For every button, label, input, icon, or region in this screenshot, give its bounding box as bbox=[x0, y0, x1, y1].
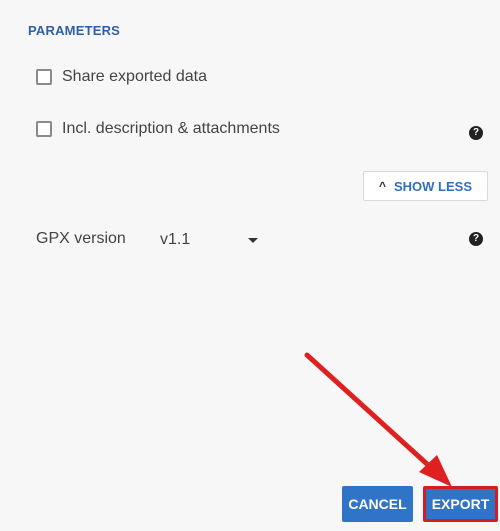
dropdown-caret-icon bbox=[248, 237, 258, 243]
parameters-title: PARAMETERS bbox=[28, 23, 121, 38]
share-exported-data-checkbox[interactable] bbox=[36, 69, 52, 85]
incl-description-option[interactable]: Incl. description & attachments bbox=[36, 120, 280, 138]
chevron-up-icon: ^ bbox=[378, 179, 386, 193]
gpx-version-label: GPX version bbox=[36, 230, 126, 247]
cancel-button[interactable]: CANCEL bbox=[342, 486, 413, 522]
gpx-version-value: v1.1 bbox=[160, 231, 191, 248]
show-less-label: SHOW LESS bbox=[394, 178, 473, 194]
export-button[interactable]: EXPORT bbox=[423, 486, 498, 522]
incl-description-checkbox[interactable] bbox=[36, 121, 52, 137]
share-exported-data-option[interactable]: Share exported data bbox=[36, 68, 207, 86]
export-dialog: PARAMETERS Share exported data Incl. des… bbox=[0, 0, 500, 531]
help-icon[interactable]: ? bbox=[469, 232, 483, 246]
incl-description-label: Incl. description & attachments bbox=[62, 120, 280, 137]
share-exported-data-label: Share exported data bbox=[62, 68, 207, 85]
help-icon[interactable]: ? bbox=[469, 126, 483, 140]
gpx-version-select[interactable]: v1.1 bbox=[160, 229, 260, 251]
show-less-button[interactable]: ^ SHOW LESS bbox=[363, 171, 488, 201]
